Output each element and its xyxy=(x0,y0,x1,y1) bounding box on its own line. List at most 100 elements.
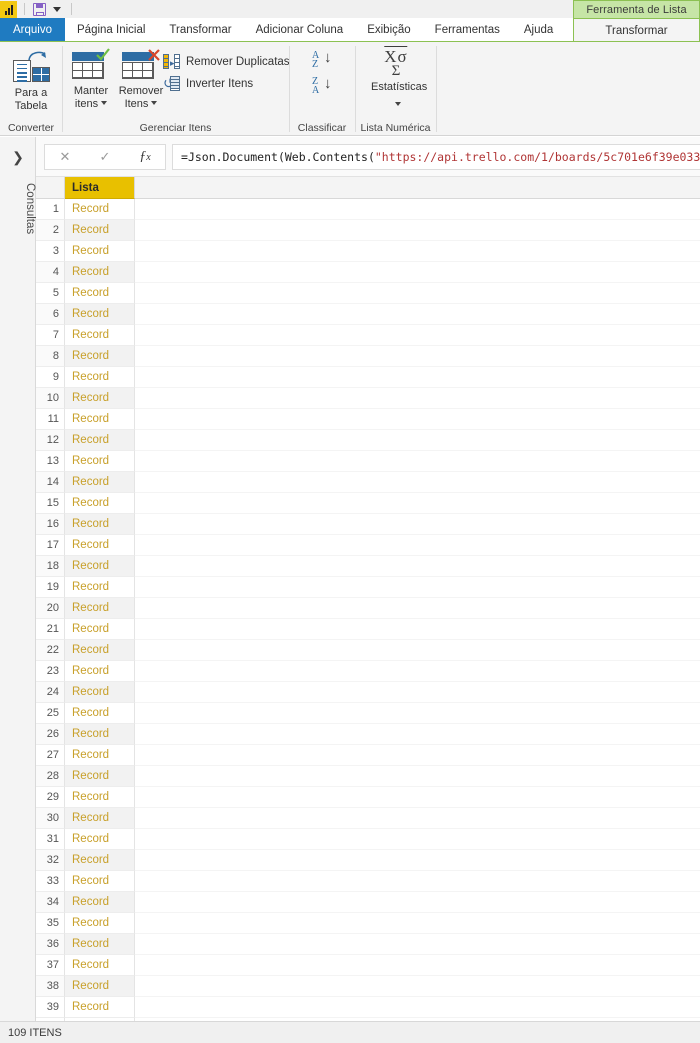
column-header-lista[interactable]: Lista xyxy=(65,177,135,199)
table-row[interactable]: 35 Record xyxy=(36,913,700,934)
table-row[interactable]: 9 Record xyxy=(36,367,700,388)
table-row[interactable]: 20 Record xyxy=(36,598,700,619)
table-row[interactable]: 18 Record xyxy=(36,556,700,577)
sort-ascending-button[interactable]: AZ ↓ xyxy=(306,48,336,74)
table-row[interactable]: 8 Record xyxy=(36,346,700,367)
table-row[interactable]: 26 Record xyxy=(36,724,700,745)
table-row[interactable]: 15 Record xyxy=(36,493,700,514)
tab-pagina-inicial[interactable]: Página Inicial xyxy=(65,18,157,42)
table-row[interactable]: 23 Record xyxy=(36,661,700,682)
cell-lista[interactable]: Record xyxy=(65,409,135,430)
table-row[interactable]: 13 Record xyxy=(36,451,700,472)
reverse-items-button[interactable]: ↺ Inverter Itens xyxy=(163,76,253,91)
cell-lista[interactable]: Record xyxy=(65,556,135,577)
table-row[interactable]: 17 Record xyxy=(36,535,700,556)
close-icon[interactable]: ✕ xyxy=(45,149,85,165)
cell-lista[interactable]: Record xyxy=(65,808,135,829)
table-row[interactable]: 10 Record xyxy=(36,388,700,409)
cell-lista[interactable]: Record xyxy=(65,640,135,661)
table-row[interactable]: 36 Record xyxy=(36,934,700,955)
cell-lista[interactable]: Record xyxy=(65,598,135,619)
tab-exibicao[interactable]: Exibição xyxy=(355,18,422,42)
check-icon[interactable]: ✓ xyxy=(85,149,125,165)
cell-lista[interactable]: Record xyxy=(65,703,135,724)
chevron-right-icon[interactable]: ❯ xyxy=(0,149,36,166)
formula-input[interactable]: = Json.Document(Web.Contents("https://ap… xyxy=(172,143,700,170)
cell-lista[interactable]: Record xyxy=(65,892,135,913)
table-row[interactable]: 14 Record xyxy=(36,472,700,493)
cell-lista[interactable]: Record xyxy=(65,451,135,472)
tab-adicionar-coluna[interactable]: Adicionar Coluna xyxy=(244,18,356,42)
chevron-down-icon[interactable] xyxy=(53,6,61,12)
tab-arquivo[interactable]: Arquivo xyxy=(0,18,65,42)
remove-items-button[interactable]: Remover Itens xyxy=(112,48,170,111)
statistics-button[interactable]: Xσ Σ Estatísticas xyxy=(368,46,427,112)
table-row[interactable]: 27 Record xyxy=(36,745,700,766)
remove-duplicates-button[interactable]: ▸ Remover Duplicatas xyxy=(163,54,290,69)
table-row[interactable]: 16 Record xyxy=(36,514,700,535)
cell-lista[interactable]: Record xyxy=(65,619,135,640)
queries-pane-title[interactable]: Consultas xyxy=(0,183,36,234)
keep-items-button[interactable]: Manter itens xyxy=(65,48,117,111)
cell-lista[interactable]: Record xyxy=(65,304,135,325)
table-row[interactable]: 19 Record xyxy=(36,577,700,598)
cell-lista[interactable]: Record xyxy=(65,430,135,451)
cell-lista[interactable]: Record xyxy=(65,745,135,766)
cell-lista[interactable]: Record xyxy=(65,220,135,241)
cell-lista[interactable]: Record xyxy=(65,829,135,850)
cell-lista[interactable]: Record xyxy=(65,472,135,493)
fx-icon[interactable]: ƒx xyxy=(125,149,165,165)
table-row[interactable]: 38 Record xyxy=(36,976,700,997)
table-row[interactable]: 24 Record xyxy=(36,682,700,703)
tab-ajuda[interactable]: Ajuda xyxy=(512,18,565,42)
table-row[interactable]: 4 Record xyxy=(36,262,700,283)
tab-ferramentas[interactable]: Ferramentas xyxy=(423,18,512,42)
cell-lista[interactable]: Record xyxy=(65,934,135,955)
cell-lista[interactable]: Record xyxy=(65,577,135,598)
cell-lista[interactable]: Record xyxy=(65,850,135,871)
cell-lista[interactable]: Record xyxy=(65,913,135,934)
table-row[interactable]: 5 Record xyxy=(36,283,700,304)
table-row[interactable]: 32 Record xyxy=(36,850,700,871)
chevron-down-icon[interactable] xyxy=(394,102,401,106)
table-row[interactable]: 28 Record xyxy=(36,766,700,787)
cell-lista[interactable]: Record xyxy=(65,262,135,283)
cell-lista[interactable]: Record xyxy=(65,682,135,703)
table-row[interactable]: 39 Record xyxy=(36,997,700,1018)
table-row[interactable]: 33 Record xyxy=(36,871,700,892)
table-row[interactable]: 3 Record xyxy=(36,241,700,262)
table-row[interactable]: 1 Record xyxy=(36,199,700,220)
cell-lista[interactable]: Record xyxy=(65,535,135,556)
table-row[interactable]: 6 Record xyxy=(36,304,700,325)
table-row[interactable]: 29 Record xyxy=(36,787,700,808)
cell-lista[interactable]: Record xyxy=(65,346,135,367)
cell-lista[interactable]: Record xyxy=(65,241,135,262)
cell-lista[interactable]: Record xyxy=(65,283,135,304)
table-row[interactable]: 2 Record xyxy=(36,220,700,241)
table-row[interactable]: 25 Record xyxy=(36,703,700,724)
sort-descending-button[interactable]: ZA ↓ xyxy=(306,74,336,100)
cell-lista[interactable]: Record xyxy=(65,787,135,808)
cell-lista[interactable]: Record xyxy=(65,724,135,745)
table-row[interactable]: 7 Record xyxy=(36,325,700,346)
cell-lista[interactable]: Record xyxy=(65,493,135,514)
table-row[interactable]: 31 Record xyxy=(36,829,700,850)
table-row[interactable]: 21 Record xyxy=(36,619,700,640)
cell-lista[interactable]: Record xyxy=(65,976,135,997)
table-row[interactable]: 37 Record xyxy=(36,955,700,976)
tab-contextual-transformar[interactable]: Transformar xyxy=(573,18,700,42)
cell-lista[interactable]: Record xyxy=(65,955,135,976)
cell-lista[interactable]: Record xyxy=(65,388,135,409)
tab-transformar[interactable]: Transformar xyxy=(157,18,243,42)
to-table-button[interactable]: Para a Tabela xyxy=(2,50,60,113)
cell-lista[interactable]: Record xyxy=(65,661,135,682)
table-row[interactable]: 30 Record xyxy=(36,808,700,829)
cell-lista[interactable]: Record xyxy=(65,871,135,892)
cell-lista[interactable]: Record xyxy=(65,199,135,220)
cell-lista[interactable]: Record xyxy=(65,367,135,388)
cell-lista[interactable]: Record xyxy=(65,997,135,1018)
cell-lista[interactable]: Record xyxy=(65,766,135,787)
save-floppy-icon[interactable] xyxy=(32,2,47,17)
chevron-down-icon[interactable] xyxy=(101,101,108,105)
table-row[interactable]: 11 Record xyxy=(36,409,700,430)
